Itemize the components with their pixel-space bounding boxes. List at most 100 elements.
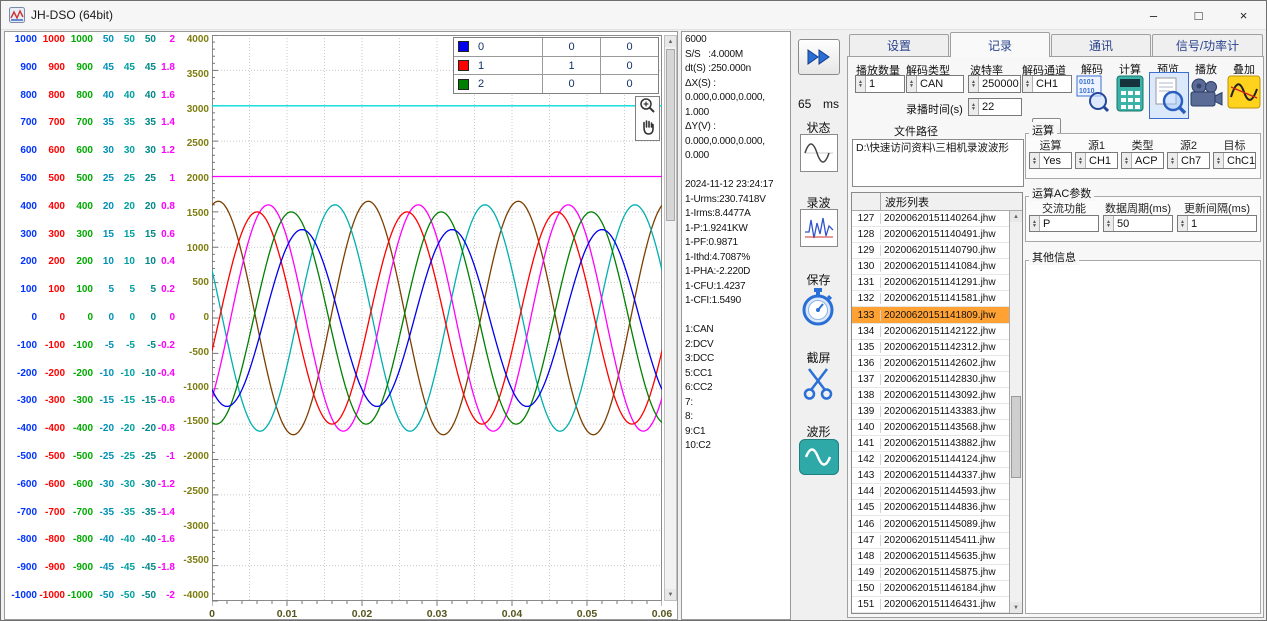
wave-list-row[interactable]: 13120200620151141291.jhw	[852, 275, 1009, 291]
wave-list-scrollbar[interactable]: ▲ ▼	[1009, 211, 1022, 613]
minimize-button[interactable]: –	[1131, 1, 1176, 29]
wave-list-row[interactable]: 13720200620151142830.jhw	[852, 372, 1009, 388]
play-count-spinner[interactable]: ▲▼ 1	[855, 75, 905, 93]
wave-list-row-number: 127	[852, 213, 881, 224]
wave-list-row[interactable]: 14720200620151145411.jhw	[852, 533, 1009, 549]
axis-tick-label: -50	[142, 591, 156, 601]
scroll-down-icon[interactable]: ▼	[665, 589, 676, 600]
tab-communication[interactable]: 通讯	[1051, 34, 1151, 56]
save-button[interactable]	[800, 287, 836, 327]
wave-list-row[interactable]: 12920200620151140790.jhw	[852, 243, 1009, 259]
scroll-up-icon[interactable]: ▲	[665, 36, 676, 47]
play-button[interactable]	[1189, 76, 1223, 114]
op-target-spinner[interactable]: ▲▼ChC1	[1213, 152, 1256, 169]
wave-list-row[interactable]: 15020200620151146184.jhw	[852, 581, 1009, 597]
record-time-spinner[interactable]: ▲▼ 22	[968, 98, 1022, 116]
ac-period-spinner[interactable]: ▲▼50	[1103, 215, 1173, 232]
spinner-arrows[interactable]: ▲▼	[1104, 216, 1114, 231]
close-button[interactable]: ×	[1221, 1, 1266, 29]
axis-tick-label: -1500	[183, 417, 209, 427]
pan-hand-icon[interactable]	[641, 119, 655, 140]
spinner-arrows[interactable]: ▲▼	[907, 76, 917, 92]
calculate-button[interactable]	[1115, 74, 1145, 113]
spinner-arrows[interactable]: ▲▼	[1030, 216, 1040, 231]
axis-tick-label: -3500	[183, 556, 209, 566]
wave-list-row[interactable]: 13620200620151142602.jhw	[852, 356, 1009, 372]
ac-function-spinner[interactable]: ▲▼P	[1029, 215, 1099, 232]
spinner-arrows[interactable]: ▲▼	[1076, 153, 1086, 168]
decode-channel-select[interactable]: ▲▼ CH1	[1022, 75, 1072, 93]
scrollbar-thumb[interactable]	[666, 49, 675, 221]
axis-tick-label: 800	[20, 91, 37, 101]
wave-list-row[interactable]: 14220200620151144124.jhw	[852, 452, 1009, 468]
spinner-arrows[interactable]: ▲▼	[1168, 153, 1178, 168]
wave-list-row[interactable]: 13020200620151141084.jhw	[852, 259, 1009, 275]
other-info-group-label: 其他信息	[1029, 249, 1079, 265]
op-col-header: 运算	[1029, 137, 1072, 153]
op-type-spinner[interactable]: ▲▼ACP	[1121, 152, 1164, 169]
waveform-button[interactable]	[799, 439, 839, 475]
axis-tick-label: -1000	[183, 383, 209, 393]
wave-list-row[interactable]: 13320200620151141809.jhw	[852, 307, 1009, 323]
overlay-button[interactable]	[1227, 75, 1261, 109]
spinner-arrows[interactable]: ▲▼	[1023, 76, 1033, 92]
wave-list-row[interactable]: 13820200620151143092.jhw	[852, 388, 1009, 404]
tab-record[interactable]: 记录	[950, 32, 1050, 57]
op-enable-spinner[interactable]: ▲▼Yes	[1029, 152, 1072, 169]
wave-list-row[interactable]: 13520200620151142312.jhw	[852, 340, 1009, 356]
wave-list-row[interactable]: 14620200620151145089.jhw	[852, 516, 1009, 532]
maximize-button[interactable]: □	[1176, 1, 1221, 29]
op-source1-spinner[interactable]: ▲▼CH1	[1075, 152, 1118, 169]
wave-list-row[interactable]: 12820200620151140491.jhw	[852, 227, 1009, 243]
op-source2-spinner[interactable]: ▲▼Ch7	[1167, 152, 1210, 169]
file-path-box[interactable]: D:\快速访问资料\三相机录波波形	[852, 139, 1024, 187]
ac-interval-spinner[interactable]: ▲▼1	[1177, 215, 1257, 232]
legend-value-cell: 0	[601, 75, 658, 93]
record-time-value: 22	[979, 99, 1021, 115]
spinner-arrows[interactable]: ▲▼	[856, 76, 866, 92]
zoom-in-icon[interactable]	[639, 97, 656, 119]
spinner-arrows[interactable]: ▲▼	[1178, 216, 1188, 231]
wave-list-row[interactable]: 12720200620151140264.jhw	[852, 211, 1009, 227]
wave-list-row[interactable]: 13420200620151142122.jhw	[852, 324, 1009, 340]
info-line: 0.000,0.000,0.000,	[685, 135, 787, 150]
wave-list-row[interactable]: 14520200620151144836.jhw	[852, 500, 1009, 516]
preview-button[interactable]	[1149, 72, 1189, 119]
axis-tick-label: 45	[124, 63, 135, 73]
wave-list-row[interactable]: 15120200620151146431.jhw	[852, 597, 1009, 613]
wave-list-row[interactable]: 14820200620151145635.jhw	[852, 549, 1009, 565]
wave-list-row[interactable]: 14120200620151143882.jhw	[852, 436, 1009, 452]
spinner-arrows[interactable]: ▲▼	[1214, 153, 1224, 168]
baud-rate-spinner[interactable]: ▲▼ 250000	[968, 75, 1021, 93]
scrollbar-thumb[interactable]	[1011, 396, 1021, 478]
scroll-down-icon[interactable]: ▼	[1010, 602, 1022, 613]
axis-tick-label: -25	[100, 452, 114, 462]
plot-canvas[interactable]	[212, 35, 662, 607]
axis-tick-label: -15	[142, 396, 156, 406]
axis-tick-label: 100	[20, 285, 37, 295]
record-wave-button[interactable]	[800, 209, 838, 247]
spinner-arrows[interactable]: ▲▼	[969, 76, 979, 92]
wave-list-row[interactable]: 14420200620151144593.jhw	[852, 484, 1009, 500]
scroll-up-icon[interactable]: ▲	[1010, 211, 1022, 222]
spinner-arrows[interactable]: ▲▼	[969, 99, 979, 115]
decode-button[interactable]: 01011010	[1076, 74, 1109, 113]
wave-list-row[interactable]: 13920200620151143383.jhw	[852, 404, 1009, 420]
tab-settings[interactable]: 设置	[849, 34, 949, 56]
fast-forward-button[interactable]	[798, 39, 840, 75]
wave-list-row[interactable]: 14020200620151143568.jhw	[852, 420, 1009, 436]
tab-signal-power[interactable]: 信号/功率计	[1152, 34, 1263, 56]
spinner-down-icon: ▼	[1216, 161, 1221, 165]
axis-scale-column: 40003500300025002000150010005000-500-100…	[175, 35, 209, 601]
spinner-arrows[interactable]: ▲▼	[1030, 153, 1040, 168]
wave-list-row-filename: 20200620151141581.jhw	[881, 293, 1009, 304]
wave-list-row-number: 135	[852, 342, 881, 353]
spinner-arrows[interactable]: ▲▼	[1122, 153, 1132, 168]
wave-list-row[interactable]: 14320200620151144337.jhw	[852, 468, 1009, 484]
plot-vertical-scrollbar[interactable]: ▲ ▼	[664, 35, 677, 601]
wave-list-row[interactable]: 14920200620151145875.jhw	[852, 565, 1009, 581]
decode-type-select[interactable]: ▲▼ CAN	[906, 75, 964, 93]
axis-tick-label: -10	[121, 369, 135, 379]
wave-list-row[interactable]: 13220200620151141581.jhw	[852, 291, 1009, 307]
screenshot-button[interactable]	[800, 365, 836, 401]
